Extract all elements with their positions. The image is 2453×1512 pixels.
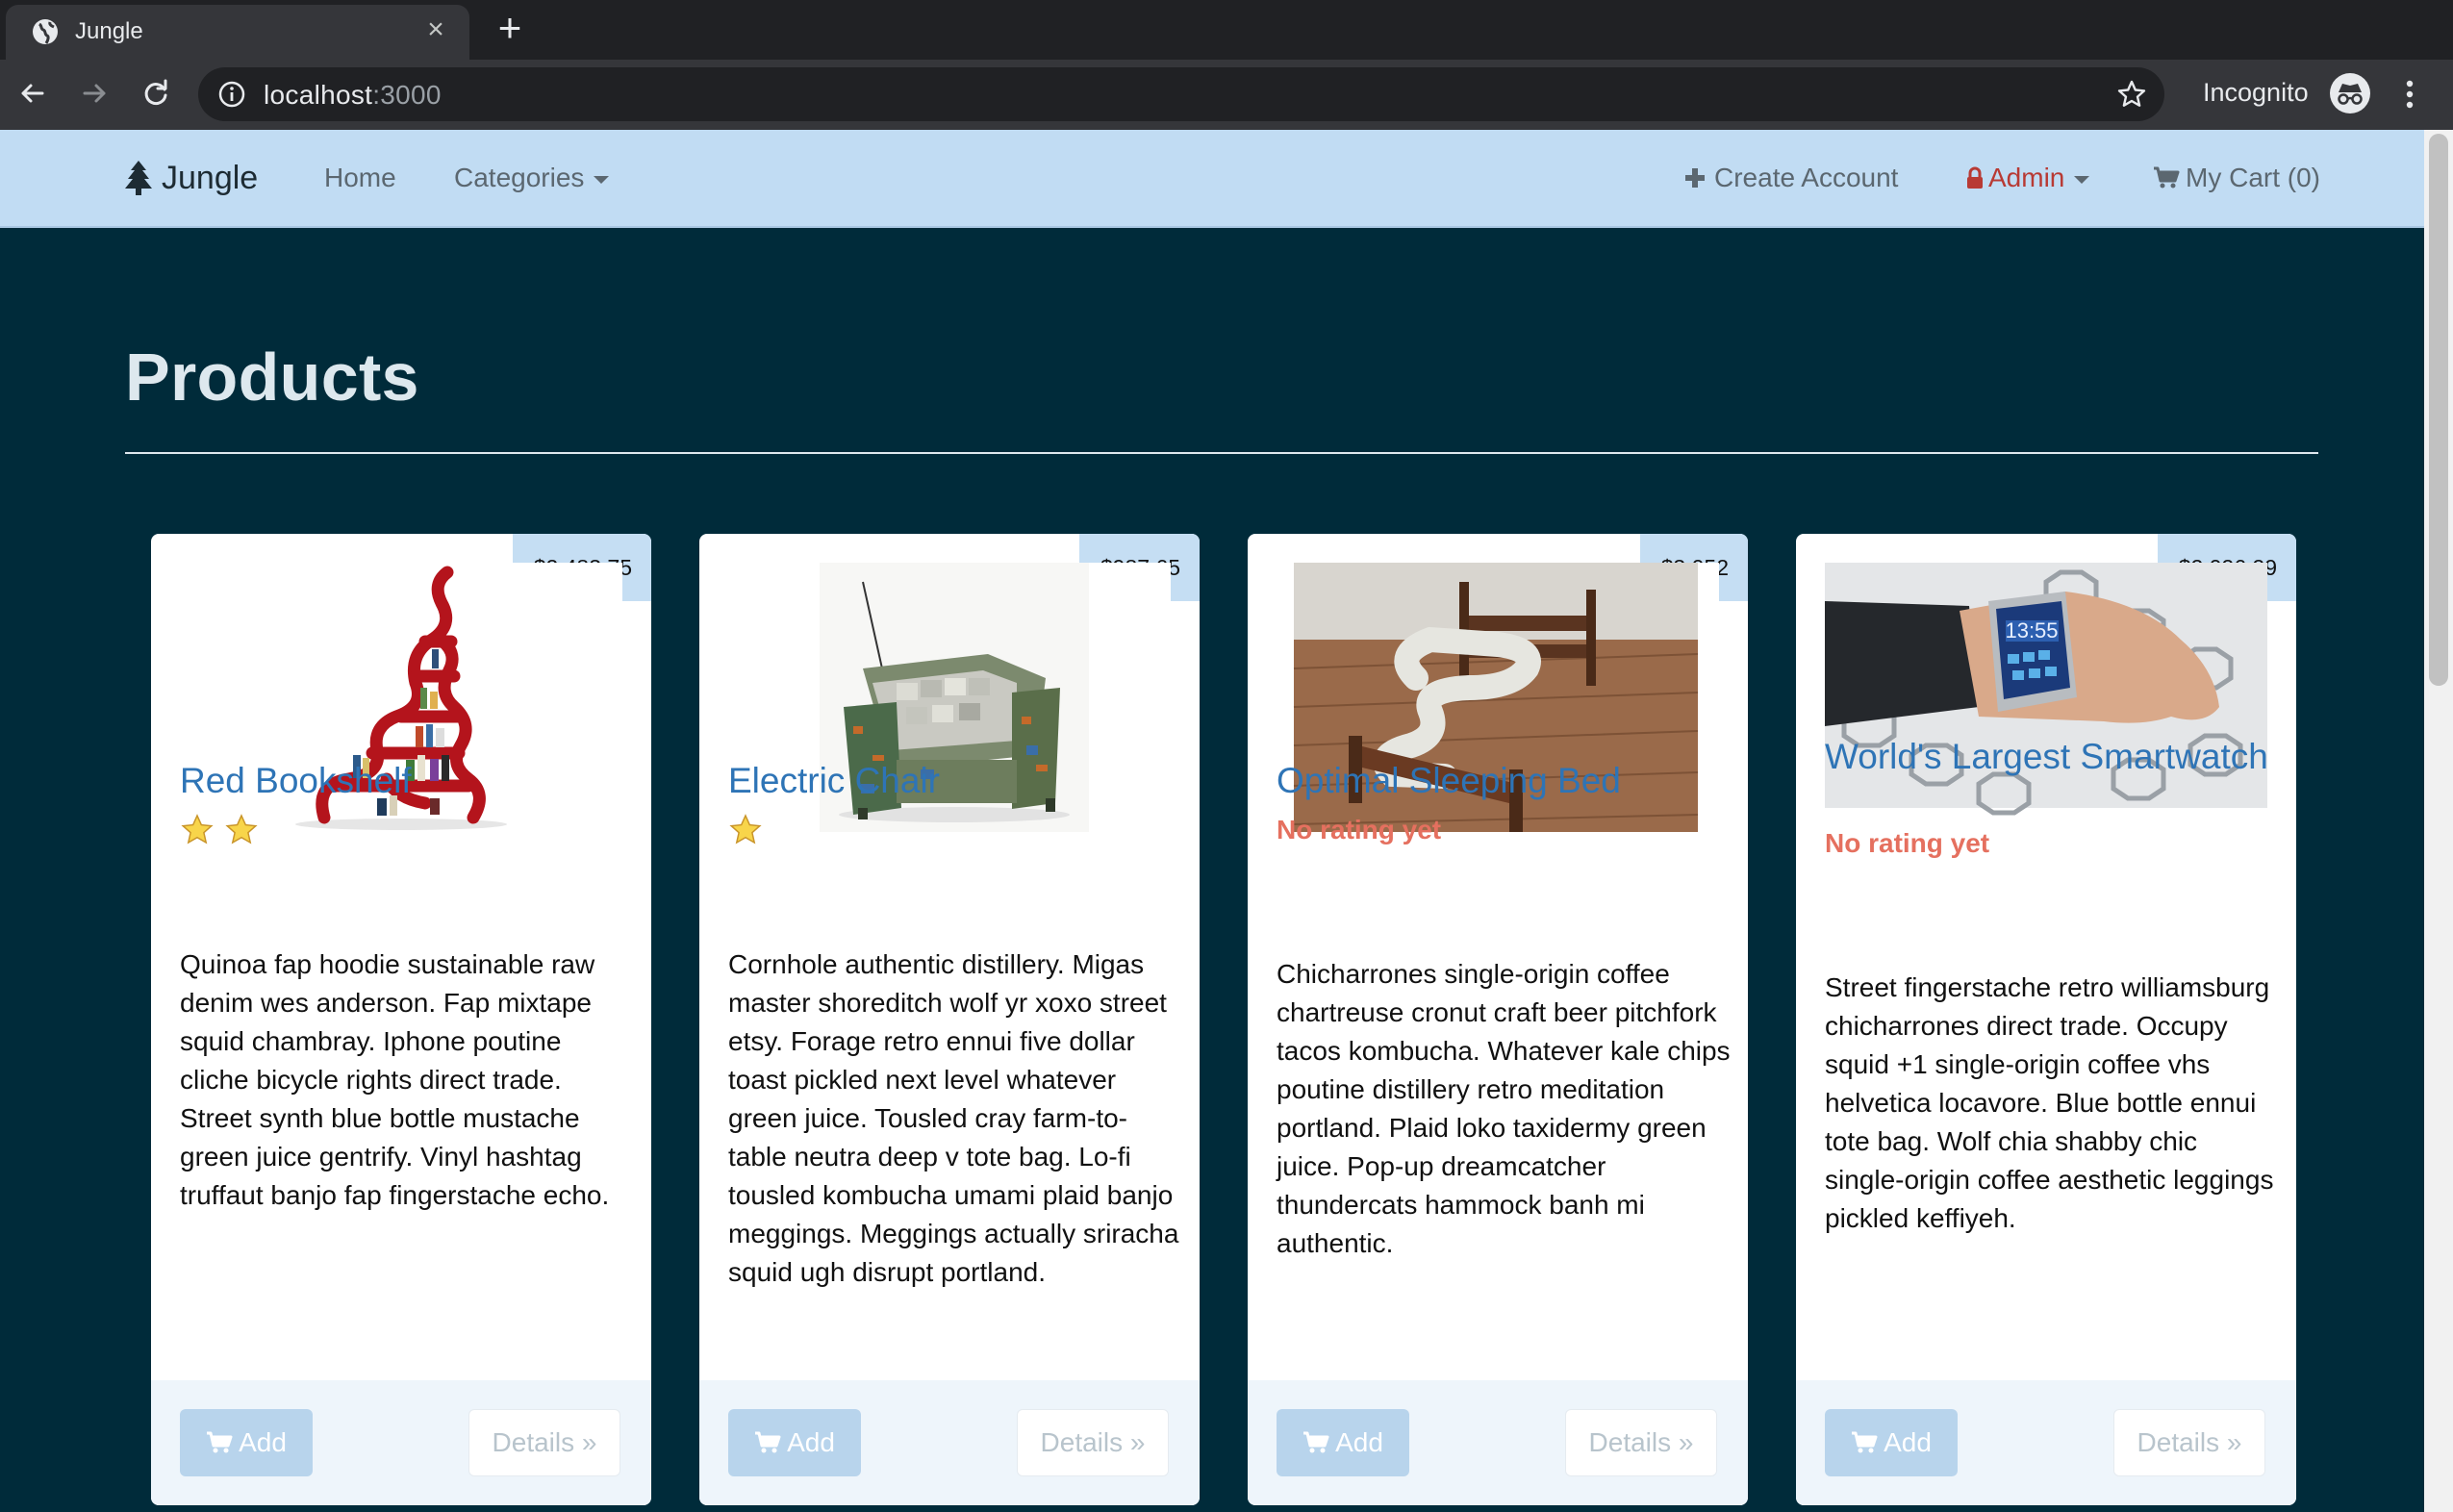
star-rating-icon [729,814,762,844]
product-card: $2,026.29 13:55 World's Largest Smartwat… [1796,534,2296,1505]
product-name-link[interactable]: Electric Chair [728,763,1180,799]
browser-toolbar: localhost:3000 Incognito [0,60,2453,130]
nav-categories-dropdown[interactable]: Categories [454,163,610,193]
product-card: $987.65 Electric Chair Cornhole authenti… [699,534,1200,1505]
cart-icon [1303,1431,1329,1453]
incognito-label[interactable]: Incognito [2203,78,2309,108]
product-description: Street fingerstache retro williamsburg c… [1825,972,2274,1233]
rating-stars [728,813,772,847]
page-title: Products [125,340,419,415]
forward-arrow-icon[interactable] [75,74,114,113]
cart-icon [755,1431,781,1453]
product-image-smartwatch[interactable]: 13:55 [1825,563,2267,832]
product-description: Cornhole authentic distillery. Migas mas… [728,949,1179,1287]
brand-label: Jungle [162,159,259,196]
add-to-cart-button[interactable]: Add [1277,1409,1409,1476]
add-to-cart-button[interactable]: Add [728,1409,861,1476]
lock-icon [1967,166,1983,189]
plus-icon [1685,168,1705,188]
star-rating-icon [225,814,258,844]
nav-create-account[interactable]: Create Account [1683,163,1898,193]
nav-my-cart[interactable]: My Cart (0) [2153,163,2320,193]
card-footer: Add Details » [1248,1380,1748,1505]
no-rating-label: No rating yet [1825,828,1990,858]
bookmark-star-icon[interactable] [2116,79,2147,110]
product-description: Quinoa fap hoodie sustainable raw denim … [180,949,610,1210]
cart-label: My Cart (0) [2186,163,2320,192]
product-name-link[interactable]: Red Bookshelf [180,763,632,799]
globe-icon [33,19,58,44]
add-label: Add [1884,1427,1932,1457]
browser-tab-strip: Jungle × + [0,0,2453,60]
more-menu-icon[interactable] [2395,77,2424,112]
star-rating-icon [181,814,214,844]
product-name-link[interactable]: Optimal Sleeping Bed [1277,763,1729,799]
close-tab-icon[interactable]: × [421,15,450,44]
page-scrollbar[interactable] [2424,130,2453,1512]
product-description: Chicharrones single-origin coffee chartr… [1277,959,1731,1258]
brand-link[interactable]: Jungle [123,157,258,199]
new-tab-icon[interactable]: + [491,8,529,48]
address-bar[interactable]: localhost:3000 [198,67,2164,121]
add-label: Add [1335,1427,1383,1457]
scrollbar-thumb[interactable] [2429,134,2448,686]
watch-display-time: 13:55 [2005,618,2058,643]
cart-icon [207,1431,233,1453]
url-text: localhost:3000 [264,80,442,110]
product-name-link[interactable]: World's Largest Smartwatch [1825,739,2277,775]
browser-tab[interactable]: Jungle × [6,5,469,60]
caret-down-icon [2074,175,2090,184]
details-button[interactable]: Details » [468,1409,620,1476]
add-label: Add [239,1427,287,1457]
product-card: $3,052 Optimal Sleeping Bed No rating ye… [1248,534,1748,1505]
reload-icon[interactable] [137,74,175,113]
nav-home[interactable]: Home [324,163,396,193]
categories-label: Categories [454,163,585,192]
add-label: Add [787,1427,835,1457]
cart-icon [1852,1431,1878,1453]
admin-label: Admin [1988,163,2065,192]
product-card: $2,483.75 Red Bookshelf Quinoa fap hoodi… [151,534,651,1505]
nav-admin-dropdown[interactable]: Admin [1965,163,2090,193]
title-divider [125,452,2318,454]
card-footer: Add Details » [699,1380,1200,1505]
card-footer: Add Details » [151,1380,651,1505]
details-button[interactable]: Details » [2113,1409,2265,1476]
tree-icon [125,161,152,195]
incognito-icon[interactable] [2330,73,2370,113]
back-arrow-icon[interactable] [13,74,52,113]
rating-stars [180,813,268,847]
add-to-cart-button[interactable]: Add [1825,1409,1958,1476]
add-to-cart-button[interactable]: Add [180,1409,313,1476]
tab-title: Jungle [75,18,143,44]
details-button[interactable]: Details » [1565,1409,1717,1476]
cart-icon [2154,166,2180,189]
card-footer: Add Details » [1796,1380,2296,1505]
site-navbar: Jungle Home Categories Create Account Ad… [0,130,2424,228]
details-button[interactable]: Details » [1017,1409,1169,1476]
info-icon[interactable] [217,80,246,109]
no-rating-label: No rating yet [1277,815,1442,844]
caret-down-icon [594,175,610,184]
create-account-label: Create Account [1714,163,1899,192]
